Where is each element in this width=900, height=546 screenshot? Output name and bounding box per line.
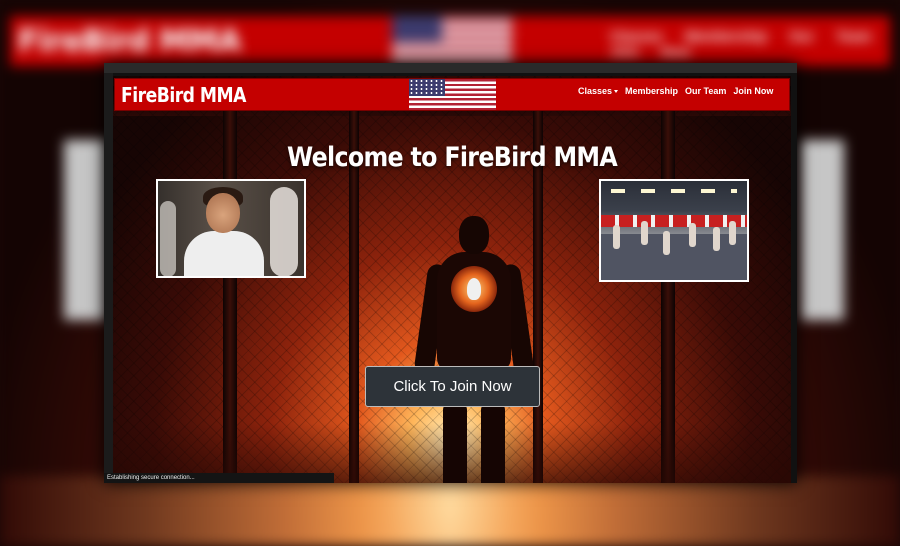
nav-item-our-team[interactable]: Our Team (685, 86, 726, 96)
nav-item-join-now[interactable]: Join Now (733, 86, 773, 96)
join-now-button[interactable]: Click To Join Now (365, 366, 540, 407)
chevron-down-icon (614, 90, 619, 94)
web-page: FireBird MMA Classes Membership Our Team… (113, 76, 791, 483)
us-flag-icon (409, 79, 496, 110)
nav-item-membership[interactable]: Membership (625, 86, 678, 96)
window-titlebar (104, 63, 797, 73)
browser-status-bar: Establishing secure connection... (104, 473, 334, 483)
navbar: FireBird MMA Classes Membership Our Team… (114, 78, 790, 111)
kid-training-photo (156, 179, 306, 278)
gym-training-photo (599, 179, 749, 282)
firebird-emblem-icon (451, 266, 497, 312)
nav-item-classes[interactable]: Classes (578, 86, 619, 96)
hero-heading: Welcome to FireBird MMA (286, 142, 618, 173)
fighter-silhouette (413, 216, 535, 483)
window-left-edge (104, 73, 113, 483)
nav-item-label: Classes (578, 86, 613, 96)
nav-links: Classes Membership Our Team Join Now (578, 86, 773, 96)
brand-logo[interactable]: FireBird MMA (121, 83, 246, 107)
browser-window: FireBird MMA Classes Membership Our Team… (104, 63, 797, 483)
